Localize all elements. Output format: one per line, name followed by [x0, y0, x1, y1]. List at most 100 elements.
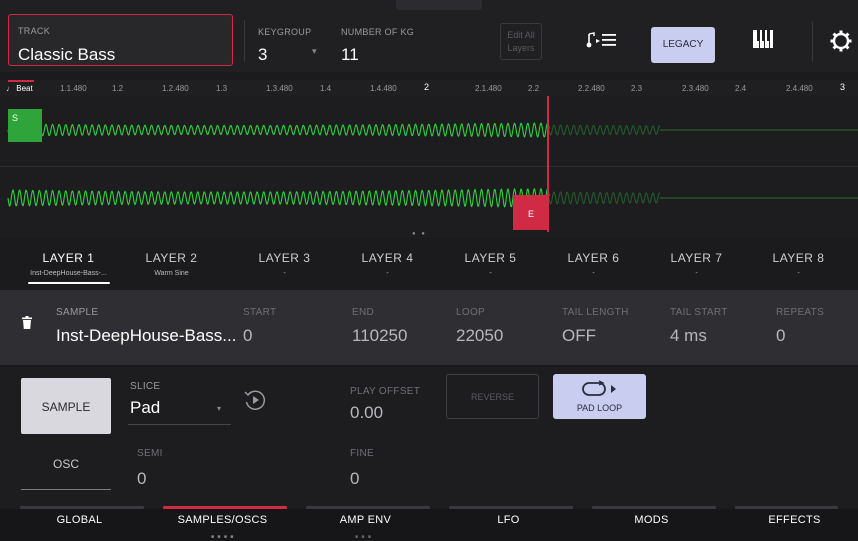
number-of-kg-label: NUMBER OF KG — [341, 27, 415, 37]
nav-mods[interactable]: MODS — [580, 514, 723, 526]
layer-sample: Warm Sine — [154, 270, 189, 277]
layer-title: LAYER 8 — [772, 251, 825, 265]
semi-label: SEMI — [137, 448, 163, 459]
ruler-tick: 2 — [424, 82, 430, 92]
number-of-kg-field[interactable]: 11 — [341, 45, 359, 65]
play-offset-label: PLAY OFFSET — [350, 386, 421, 397]
waveform-channel-2-tail — [548, 191, 661, 205]
nav-segment — [735, 506, 838, 509]
layer-tabs: LAYER 1 Inst-DeepHouse-Bass-... LAYER 2 … — [0, 240, 858, 286]
ruler-tick: 2.1.480 — [475, 84, 502, 93]
ruler-start-indicator — [8, 80, 34, 82]
waveform-page-dots: ● ● — [412, 231, 427, 237]
edit-all-layers-button[interactable]: Edit All Layers — [500, 23, 542, 60]
nav-global[interactable]: GLOBAL — [8, 514, 151, 526]
nav-amp-env[interactable]: AMP ENV — [294, 514, 437, 526]
gear-icon[interactable] — [830, 30, 852, 57]
pad-loop-label: PAD LOOP — [576, 403, 623, 413]
slice-dropdown-icon[interactable]: ▾ — [217, 404, 221, 413]
layer-tab-7[interactable]: LAYER 7 - — [645, 251, 748, 277]
tail-length-field[interactable]: OFF — [562, 326, 596, 346]
play-cycle-icon[interactable] — [242, 387, 268, 418]
layer-sample: - — [797, 270, 800, 277]
layer-title: LAYER 6 — [567, 251, 620, 265]
nav-lfo[interactable]: LFO — [437, 514, 580, 526]
ruler-tick: 1.2.480 — [162, 84, 189, 93]
track-field[interactable]: TRACK Classic Bass — [8, 14, 233, 66]
sample-label: SAMPLE — [56, 307, 99, 318]
layer-title: LAYER 4 — [361, 251, 414, 265]
ruler-tick: 1.1.480 — [60, 84, 87, 93]
nav-segment — [592, 506, 716, 509]
trash-icon[interactable] — [22, 316, 32, 334]
nav-segment — [449, 506, 573, 509]
layer-tab-4[interactable]: LAYER 4 - — [336, 251, 439, 277]
active-layer-indicator — [28, 282, 110, 284]
controls-area — [0, 367, 858, 507]
sample-field[interactable]: Inst-DeepHouse-Bass... — [56, 326, 236, 346]
loop-field[interactable]: 22050 — [456, 326, 503, 346]
ruler-tick: 2.4 — [735, 84, 747, 93]
keygroup-field[interactable]: 3 — [258, 45, 267, 65]
note-list-icon[interactable] — [586, 30, 618, 55]
slice-label: SLICE — [130, 381, 161, 392]
sample-mode-button[interactable]: SAMPLE — [21, 378, 111, 434]
end-label: END — [352, 307, 375, 318]
nav-segment — [306, 506, 430, 509]
repeats-label: REPEATS — [776, 307, 825, 318]
tail-start-label: TAIL START — [670, 307, 728, 318]
end-field[interactable]: 110250 — [352, 326, 407, 346]
waveform-channel-2 — [7, 187, 550, 209]
semi-field[interactable]: 0 — [137, 469, 146, 489]
keygroup-dropdown-icon[interactable]: ▾ — [312, 46, 317, 57]
layer-tab-2[interactable]: LAYER 2 Warm Sine — [120, 251, 223, 277]
tail-start-field[interactable]: 4 ms — [670, 326, 707, 346]
layer-tab-5[interactable]: LAYER 5 - — [439, 251, 542, 277]
layer-tab-1[interactable]: LAYER 1 Inst-DeepHouse-Bass-... — [17, 251, 120, 277]
start-marker[interactable]: S — [8, 109, 42, 142]
layer-sample: Inst-DeepHouse-Bass-... — [30, 270, 107, 277]
waveform-display[interactable] — [0, 96, 858, 238]
slice-field[interactable]: Pad — [130, 398, 160, 418]
layer-title: LAYER 3 — [258, 251, 311, 265]
piano-keyboard-icon[interactable] — [752, 28, 774, 55]
top-pull-tab[interactable] — [396, 0, 482, 10]
osc-mode-button[interactable]: OSC — [21, 440, 111, 490]
start-field[interactable]: 0 — [243, 326, 252, 346]
layer-title: LAYER 2 — [145, 251, 198, 265]
layer-title: LAYER 5 — [464, 251, 517, 265]
fine-field[interactable]: 0 — [350, 469, 359, 489]
ruler-tick: 2.4.480 — [786, 84, 813, 93]
end-marker[interactable]: E — [513, 195, 547, 230]
ruler-tick: 2.3 — [631, 84, 643, 93]
repeats-field[interactable]: 0 — [776, 326, 785, 346]
tail-length-label: TAIL LENGTH — [562, 307, 629, 318]
loop-label: LOOP — [456, 307, 485, 318]
ruler-tick: 1.4 — [320, 84, 332, 93]
waveform-svg — [7, 122, 858, 209]
legacy-button[interactable]: LEGACY — [651, 27, 715, 63]
ruler-start-label: ♩ Beat — [6, 84, 33, 93]
nav-page-dots: ■ ■ ■ — [355, 534, 372, 540]
layer-sample: - — [489, 270, 492, 277]
layer-tab-8[interactable]: LAYER 8 - — [747, 251, 850, 277]
layer-sample: - — [386, 270, 389, 277]
ruler-tick: 1.3.480 — [266, 84, 293, 93]
ruler-beat-text: Beat — [16, 84, 33, 93]
layer-tab-6[interactable]: LAYER 6 - — [542, 251, 645, 277]
layer-title: LAYER 7 — [670, 251, 723, 265]
header-divider — [244, 20, 245, 62]
play-offset-field[interactable]: 0.00 — [350, 403, 383, 423]
nav-samples-oscs[interactable]: SAMPLES/OSCS — [151, 514, 294, 526]
beat-ruler[interactable]: ♩ Beat 1.1.480 1.2 1.2.480 1.3 1.3.480 1… — [0, 80, 858, 96]
keygroup-label: KEYGROUP — [258, 27, 312, 37]
layer-sample: - — [592, 270, 595, 277]
waveform-channel-1-tail — [548, 124, 661, 136]
nav-page-dots: ■ ■ ■ ■ — [211, 534, 235, 540]
nav-segment — [20, 506, 144, 509]
layer-tab-3[interactable]: LAYER 3 - — [233, 251, 336, 277]
nav-effects[interactable]: EFFECTS — [723, 514, 858, 526]
pad-loop-button[interactable]: PAD LOOP — [553, 374, 646, 419]
reverse-button[interactable]: REVERSE — [446, 374, 539, 419]
waveform-channel-1 — [7, 122, 550, 138]
